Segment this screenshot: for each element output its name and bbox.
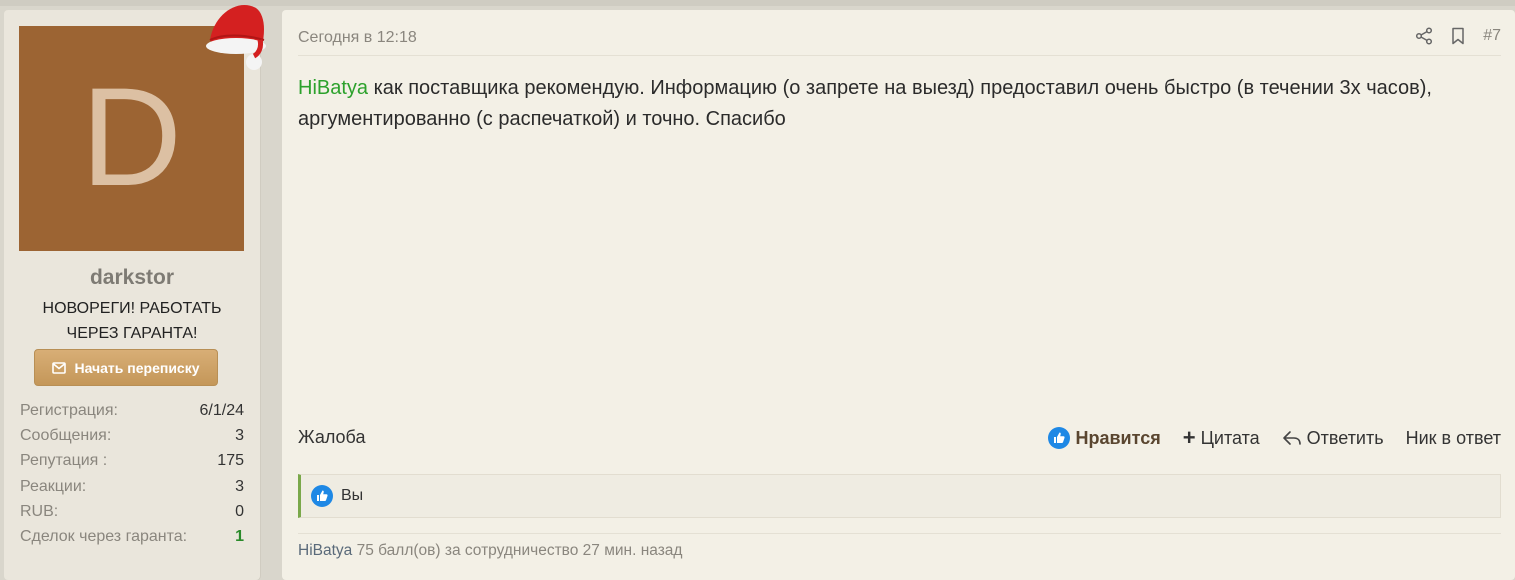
plus-icon: + xyxy=(1182,425,1196,450)
stat-reactions: Реакции: 3 xyxy=(20,474,244,499)
thumbs-up-icon xyxy=(1048,427,1071,449)
username[interactable]: darkstor xyxy=(4,266,260,290)
stat-registration: Регистрация: 6/1/24 xyxy=(20,398,244,423)
post-footer: Жалоба Нравится + Цитата Ответить Ник в … xyxy=(298,427,1501,451)
post: Сегодня в 12:18 #7 HiBatya как поставщик… xyxy=(282,10,1515,580)
reply-button[interactable]: Ответить xyxy=(1282,428,1384,449)
post-body: HiBatya как поставщика рекомендую. Инфор… xyxy=(298,73,1498,135)
stat-messages: Сообщения: 3 xyxy=(20,423,244,448)
report-link[interactable]: Жалоба xyxy=(298,427,365,448)
stat-value: 3 xyxy=(235,477,244,495)
user-mention[interactable]: HiBatya xyxy=(298,77,368,99)
post-header: Сегодня в 12:18 #7 xyxy=(298,27,1501,56)
avatar-letter: D xyxy=(80,57,183,215)
quote-label: Цитата xyxy=(1200,427,1260,448)
like-label: Нравится xyxy=(1075,427,1161,448)
stat-reputation: Репутация : 175 xyxy=(20,448,244,473)
user-title-line-1: НОВОРЕГИ! РАБОТАТЬ xyxy=(42,300,222,317)
envelope-icon xyxy=(52,361,67,374)
post-text: как поставщика рекомендую. Информацию (о… xyxy=(298,77,1432,130)
nick-reply-button[interactable]: Ник в ответ xyxy=(1406,428,1501,449)
rep-user-link[interactable]: HiBatya xyxy=(298,542,352,559)
user-title: НОВОРЕГИ! РАБОТАТЬ ЧЕРЕЗ ГАРАНТА! xyxy=(18,296,246,346)
share-icon[interactable] xyxy=(1415,27,1433,45)
user-title-line-2: ЧЕРЕЗ ГАРАНТА! xyxy=(66,325,198,342)
like-button[interactable]: Нравится xyxy=(1048,427,1161,449)
stat-label: Сделок через гаранта: xyxy=(20,527,188,545)
quote-button[interactable]: + Цитата xyxy=(1182,425,1260,450)
stat-value[interactable]: 3 xyxy=(235,423,244,448)
reputation-line: HiBatya 75 балл(ов) за сотрудничество 27… xyxy=(298,533,1501,560)
stat-label: Репутация : xyxy=(20,452,108,470)
stat-guarantee-deals: Сделок через гаранта: 1 xyxy=(20,524,244,549)
stat-value: 175 xyxy=(217,452,244,470)
stat-value: 1 xyxy=(235,527,244,545)
thumbs-up-icon xyxy=(311,485,333,507)
reactions-text[interactable]: Вы xyxy=(341,487,363,505)
stat-value: 6/1/24 xyxy=(199,402,244,419)
post-date[interactable]: Сегодня в 12:18 xyxy=(298,29,417,47)
user-stats: Регистрация: 6/1/24 Сообщения: 3 Репутац… xyxy=(20,398,244,549)
start-conversation-label: Начать переписку xyxy=(74,359,200,376)
post-number-link[interactable]: #7 xyxy=(1483,27,1501,45)
reply-icon xyxy=(1282,431,1301,445)
stat-rub: RUB: 0 xyxy=(20,499,244,524)
start-conversation-button[interactable]: Начать переписку xyxy=(34,349,218,386)
user-panel: D darkstor НОВОРЕГИ! РАБОТАТЬ ЧЕРЕЗ ГАРА… xyxy=(4,4,266,580)
stat-label: Сообщения: xyxy=(20,427,112,445)
rep-text: 75 балл(ов) за сотрудничество 27 мин. на… xyxy=(352,542,683,559)
post-actions: Нравится + Цитата Ответить Ник в ответ xyxy=(1048,427,1501,449)
stat-value: 0 xyxy=(235,502,244,520)
santa-hat-icon xyxy=(206,4,266,70)
stat-label: Регистрация: xyxy=(20,402,118,419)
reactions-bar[interactable]: Вы xyxy=(298,474,1501,518)
post-header-actions: #7 xyxy=(1415,27,1501,45)
reply-label: Ответить xyxy=(1306,427,1384,448)
stat-label: Реакции: xyxy=(20,477,87,495)
bookmark-icon[interactable] xyxy=(1449,27,1467,45)
stat-label: RUB: xyxy=(20,502,59,520)
